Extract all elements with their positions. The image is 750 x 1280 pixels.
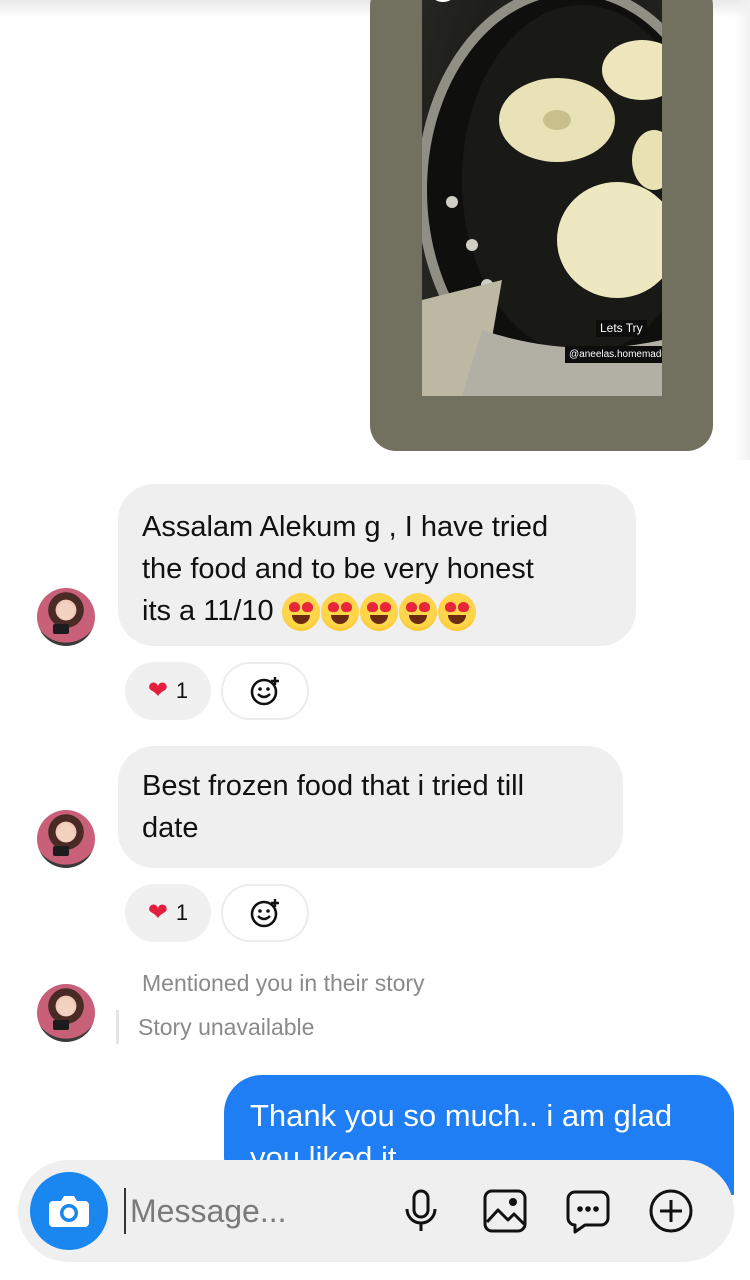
message-input[interactable]: [124, 1188, 374, 1234]
message-composer: [18, 1160, 734, 1262]
reaction-count: 1: [175, 678, 189, 703]
reaction-count: 1: [175, 900, 189, 925]
add-emoji-icon: [250, 677, 279, 706]
message-bubble[interactable]: Assalam Alekum g , I have tried the food…: [118, 484, 636, 646]
sender-avatar[interactable]: [37, 984, 95, 1042]
heart-eyes-emoji-icon: [437, 593, 476, 632]
heart-reaction[interactable]: ❤ 1: [125, 884, 211, 942]
story-tag-handle[interactable]: @aneelas.homemadefood: [565, 346, 662, 363]
story-mention-text: Mentioned you in their story: [142, 970, 425, 996]
add-emoji-icon: [250, 899, 279, 928]
story-tag-title: Lets Try: [596, 320, 647, 337]
message-line: Assalam Alekum g , I have tried: [142, 511, 549, 543]
emoji-row: [281, 593, 476, 632]
story-unavailable-label: Story unavailable: [116, 1010, 314, 1044]
heart-eyes-emoji-icon: [359, 593, 398, 632]
chat-screen: Lets Try @aneelas.homemadefood Assalam A…: [0, 0, 750, 1280]
camera-button[interactable]: [30, 1172, 108, 1250]
message-line: its a 11/10: [142, 590, 610, 632]
heart-eyes-emoji-icon: [398, 593, 437, 632]
story-image: Lets Try @aneelas.homemadefood: [422, 0, 662, 396]
gallery-button[interactable]: [482, 1188, 528, 1234]
microphone-button[interactable]: [398, 1188, 444, 1234]
message-bubble[interactable]: Best frozen food that i tried till date: [118, 746, 623, 868]
heart-reaction[interactable]: ❤ 1: [125, 662, 211, 720]
sticker-button[interactable]: [565, 1188, 611, 1234]
message-line: the food and to be very honest: [142, 553, 534, 585]
heart-icon: ❤: [147, 899, 168, 926]
camera-icon: [49, 1196, 89, 1227]
plus-circle-icon: [649, 1189, 693, 1233]
message-line: date: [142, 812, 199, 844]
scroll-edge: [734, 0, 750, 460]
add-reaction-button[interactable]: [221, 884, 309, 942]
heart-icon: ❤: [147, 677, 168, 704]
sticker-icon: [566, 1190, 610, 1234]
message-line: Thank you so much.. i am glad: [250, 1098, 673, 1133]
add-reaction-button[interactable]: [221, 662, 309, 720]
heart-eyes-emoji-icon: [281, 593, 320, 632]
more-options-button[interactable]: [648, 1188, 694, 1234]
sender-avatar[interactable]: [37, 810, 95, 868]
microphone-icon: [405, 1189, 437, 1231]
heart-eyes-emoji-icon: [320, 593, 359, 632]
shared-story-card[interactable]: Lets Try @aneelas.homemadefood: [370, 0, 713, 451]
message-line: Best frozen food that i tried till: [142, 770, 525, 802]
sender-avatar[interactable]: [37, 588, 95, 646]
gallery-icon: [483, 1189, 527, 1233]
